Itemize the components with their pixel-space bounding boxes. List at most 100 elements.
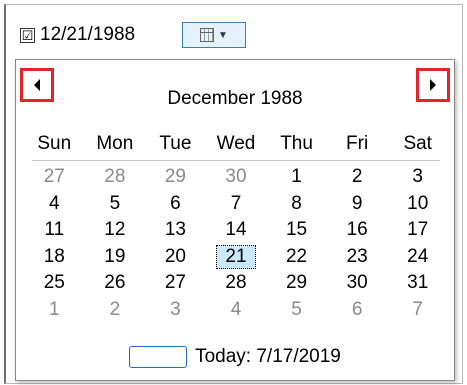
day-number: 17: [407, 219, 429, 240]
day-cell[interactable]: 5: [85, 191, 146, 218]
day-number: 1: [48, 298, 60, 320]
day-number: 4: [230, 298, 242, 320]
day-cell[interactable]: 7: [206, 191, 267, 218]
day-number: 5: [291, 298, 302, 320]
weekday-label: Thu: [280, 133, 313, 154]
day-cell[interactable]: 28: [206, 270, 267, 297]
day-number: 6: [351, 298, 363, 320]
day-number: 28: [104, 166, 126, 187]
date-time-picker[interactable]: ☑ 12/21/1988: [20, 21, 135, 49]
day-number: 4: [48, 192, 60, 214]
day-cell[interactable]: 4: [206, 297, 267, 324]
day-number: 5: [109, 192, 121, 214]
day-cell[interactable]: 2: [85, 297, 146, 324]
day-grid: 27 28 29 30 1 2 3 4 5 6 7 8 9 10 11 12 13 14 15 16 17 18 19 20 2…: [24, 164, 448, 323]
day-number: 14: [225, 219, 247, 240]
day-cell[interactable]: 26: [85, 270, 146, 297]
day-cell[interactable]: 10: [387, 191, 448, 218]
day-cell[interactable]: 30: [206, 164, 267, 191]
next-month-button[interactable]: [416, 68, 450, 102]
day-number: 26: [104, 272, 126, 293]
today-label[interactable]: Today: 7/17/2019: [195, 346, 341, 368]
day-cell[interactable]: 12: [85, 217, 146, 244]
day-number: 27: [164, 272, 186, 293]
day-cell[interactable]: 7: [387, 297, 448, 324]
day-cell[interactable]: 19: [85, 244, 146, 271]
day-number: 27: [43, 166, 65, 187]
day-number: 30: [225, 166, 247, 187]
day-number: 18: [43, 245, 65, 267]
day-number: 13: [164, 219, 186, 240]
day-number: 12: [104, 219, 126, 240]
day-cell[interactable]: 15: [266, 217, 327, 244]
calendar-dropdown-button[interactable]: ▼: [182, 22, 246, 48]
weekday-label: Mon: [96, 133, 134, 154]
day-cell[interactable]: 29: [266, 270, 327, 297]
day-number: 24: [407, 245, 429, 267]
day-number: 10: [407, 192, 429, 214]
day-cell[interactable]: 2: [327, 164, 388, 191]
day-cell[interactable]: 31: [387, 270, 448, 297]
day-cell[interactable]: 14: [206, 217, 267, 244]
month-calendar-popup: December 1988 Sun Mon Tue Wed Thu Fri Sat 27 28…: [15, 59, 455, 381]
weekday-label: Tue: [159, 133, 192, 154]
today-link[interactable]: Today: 7/17/2019: [16, 343, 454, 371]
day-number: 29: [164, 166, 186, 187]
day-cell[interactable]: 23: [327, 244, 388, 271]
day-number: 2: [109, 298, 121, 320]
enable-checkbox[interactable]: ☑: [20, 27, 35, 43]
day-cell[interactable]: 24: [387, 244, 448, 271]
day-cell[interactable]: 9: [327, 191, 388, 218]
day-cell[interactable]: 22: [266, 244, 327, 271]
day-cell[interactable]: 16: [327, 217, 388, 244]
day-number: 7: [230, 192, 242, 214]
day-cell[interactable]: 27: [145, 270, 206, 297]
day-cell[interactable]: 1: [24, 297, 85, 324]
day-cell[interactable]: 3: [387, 164, 448, 191]
day-cell[interactable]: 17: [387, 217, 448, 244]
day-number: 2: [351, 166, 363, 187]
day-cell[interactable]: 6: [145, 191, 206, 218]
month-title[interactable]: December 1988: [16, 88, 454, 110]
today-marker: [129, 346, 188, 368]
day-number: 16: [346, 219, 368, 240]
day-number: 8: [291, 192, 302, 214]
day-number: 28: [225, 272, 247, 293]
day-cell[interactable]: 30: [327, 270, 388, 297]
day-number: 31: [407, 272, 429, 293]
day-number: 3: [170, 298, 181, 320]
day-number: 11: [44, 219, 65, 240]
day-number: 21: [216, 244, 256, 269]
day-cell[interactable]: 6: [327, 297, 388, 324]
day-number: 30: [346, 272, 368, 293]
day-cell[interactable]: 18: [24, 244, 85, 271]
weekday-label: Sat: [403, 133, 432, 154]
day-number: 1: [291, 166, 302, 187]
day-cell[interactable]: 5: [266, 297, 327, 324]
day-cell[interactable]: 27: [24, 164, 85, 191]
day-cell[interactable]: 29: [145, 164, 206, 191]
day-cell-selected[interactable]: 21: [206, 244, 267, 271]
day-cell[interactable]: 20: [145, 244, 206, 271]
day-number: 6: [170, 192, 181, 214]
day-number: 22: [285, 245, 308, 267]
day-number: 15: [285, 219, 308, 240]
day-number: 20: [164, 245, 186, 267]
weekday-label: Sun: [37, 133, 72, 154]
day-number: 3: [412, 166, 423, 187]
day-cell[interactable]: 11: [24, 217, 85, 244]
day-cell[interactable]: 25: [24, 270, 85, 297]
day-number: 19: [104, 245, 126, 267]
day-cell[interactable]: 3: [145, 297, 206, 324]
day-cell[interactable]: 4: [24, 191, 85, 218]
day-number: 25: [43, 272, 65, 293]
day-number: 23: [346, 245, 368, 267]
day-cell[interactable]: 8: [266, 191, 327, 218]
day-cell[interactable]: 28: [85, 164, 146, 191]
chevron-down-icon: ▼: [218, 29, 228, 41]
date-value[interactable]: 12/21/1988: [40, 24, 135, 46]
day-cell[interactable]: 13: [145, 217, 206, 244]
day-cell[interactable]: 1: [266, 164, 327, 191]
weekday-header: Sun Mon Tue Wed Thu Fri Sat: [24, 130, 448, 158]
calendar-icon: [200, 28, 215, 42]
